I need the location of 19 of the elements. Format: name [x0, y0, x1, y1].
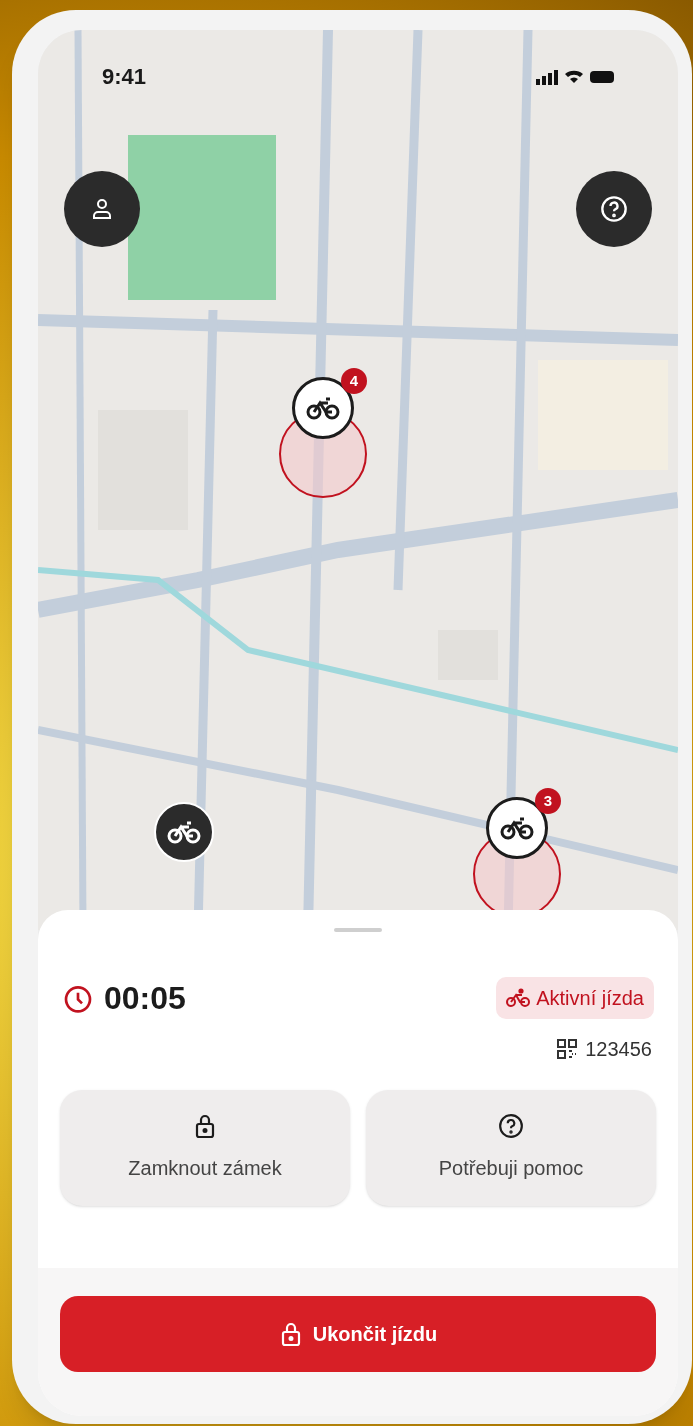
drag-handle[interactable] [334, 928, 382, 932]
bicycle-icon [306, 396, 340, 420]
ride-status-badge: Aktivní jízda [496, 977, 654, 1019]
help-request-button[interactable]: Potřebuji pomoc [366, 1090, 656, 1206]
bicycle-icon [500, 816, 534, 840]
end-ride-button[interactable]: Ukončit jízdu [60, 1296, 656, 1372]
qr-code-icon [557, 1039, 578, 1059]
wifi-icon [564, 69, 584, 84]
bike-code: 123456 [585, 1037, 652, 1062]
user-icon [90, 197, 114, 221]
status-time: 9:41 [102, 63, 147, 91]
help-icon [498, 1113, 524, 1139]
bicycle-icon [506, 988, 531, 1008]
bicycle-icon [167, 820, 201, 844]
signal-icon [536, 68, 558, 85]
ride-timer: 00:05 [104, 979, 186, 1018]
help-icon [600, 195, 628, 223]
lock-icon [193, 1113, 217, 1139]
lock-button[interactable]: Zamknout zámek [60, 1090, 350, 1206]
